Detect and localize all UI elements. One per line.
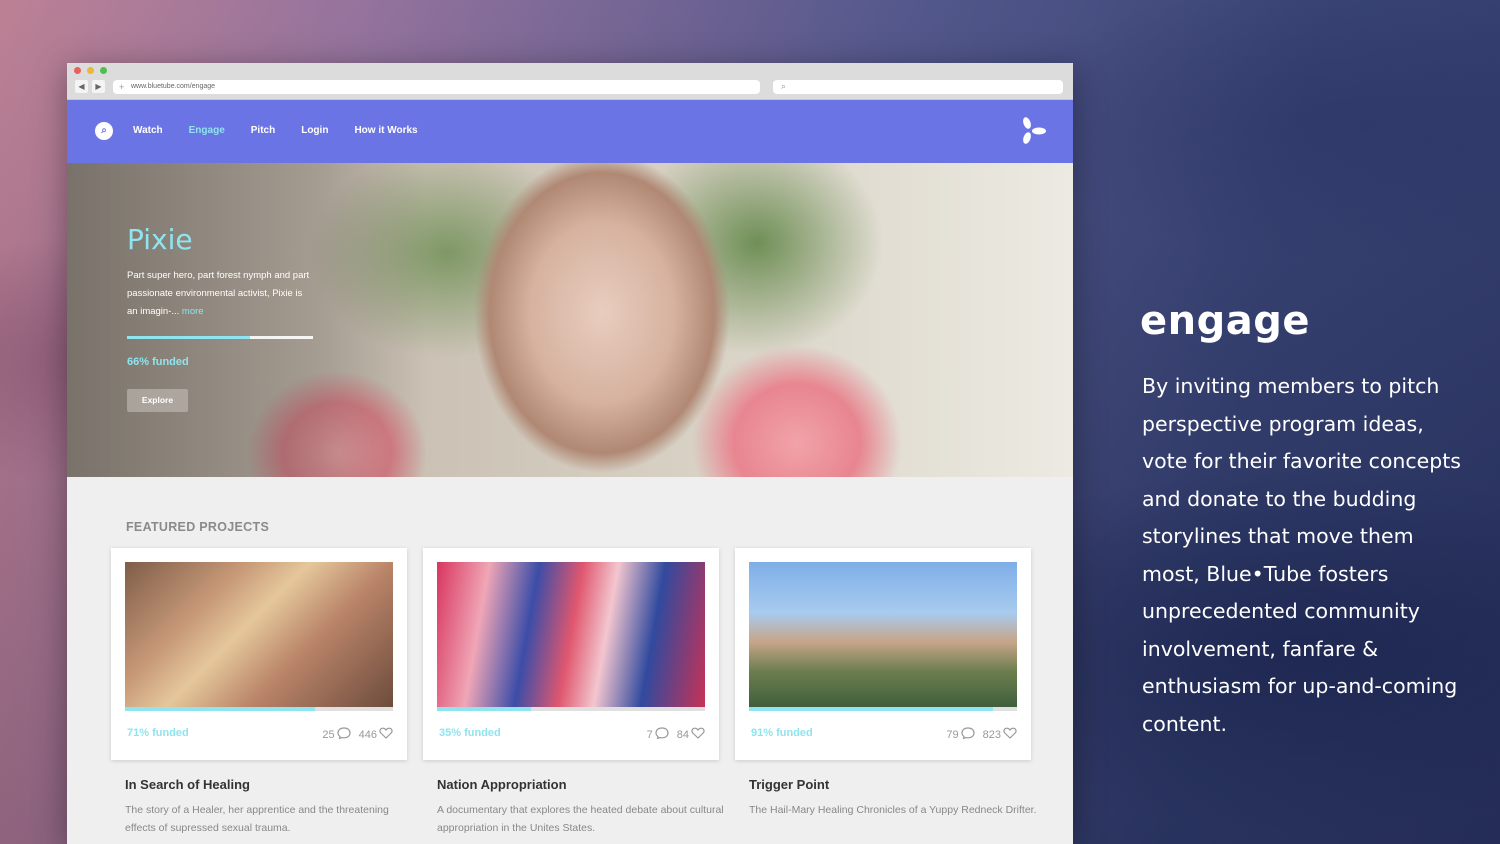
project-progress-bar xyxy=(437,707,705,711)
like-count[interactable]: 84 xyxy=(677,727,705,742)
comment-icon xyxy=(655,727,669,742)
project-thumbnail[interactable] xyxy=(125,562,393,707)
project-stats: 79 823 xyxy=(946,727,1017,742)
bluetube-logo-icon[interactable] xyxy=(1017,116,1047,146)
project-info: Nation Appropriation A documentary that e… xyxy=(437,777,727,837)
project-stats: 25 446 xyxy=(322,727,393,742)
side-body: By inviting members to pitch perspective… xyxy=(1142,374,1461,736)
back-arrow-icon[interactable]: ◀ xyxy=(75,80,88,93)
explore-button[interactable]: Explore xyxy=(127,389,188,412)
heart-icon xyxy=(691,727,705,742)
nav-links: Watch Engage Pitch Login How it Works xyxy=(133,125,418,136)
heart-icon xyxy=(1003,727,1017,742)
project-progress-fill xyxy=(437,707,531,711)
project-title[interactable]: Trigger Point xyxy=(749,777,1039,792)
address-url: www.bluetube.com/engage xyxy=(131,83,216,90)
add-tab-icon: + xyxy=(119,82,125,92)
history-nav: ◀ ▶ xyxy=(75,80,107,94)
project-progress-fill xyxy=(749,707,993,711)
hero-banner: Pixie Part super hero, part forest nymph… xyxy=(67,163,1073,477)
like-count-value: 446 xyxy=(358,728,377,741)
project-title[interactable]: Nation Appropriation xyxy=(437,777,727,792)
featured-projects-heading: FEATURED PROJECTS xyxy=(126,520,270,534)
hero-description: Part super hero, part forest nymph and p… xyxy=(127,267,312,321)
nav-link-engage[interactable]: Engage xyxy=(189,125,225,136)
project-info: In Search of Healing The story of a Heale… xyxy=(125,777,415,837)
comment-count-value: 7 xyxy=(646,728,653,741)
address-bar[interactable]: + www.bluetube.com/engage xyxy=(113,80,760,94)
hero-description-text: Part super hero, part forest nymph and p… xyxy=(127,270,310,317)
project-funded-label: 91% funded xyxy=(751,727,813,739)
comment-count-value: 25 xyxy=(322,728,335,741)
project-card[interactable]: 71% funded 25 446 xyxy=(111,548,407,760)
project-description: A documentary that explores the heated d… xyxy=(437,804,724,834)
project-description: The Hail-Mary Healing Chronicles of a Yu… xyxy=(749,804,1037,816)
minimize-window-button[interactable] xyxy=(87,67,94,74)
search-icon: ⌕ xyxy=(781,81,787,91)
project-title[interactable]: In Search of Healing xyxy=(125,777,415,792)
project-progress-bar xyxy=(749,707,1017,711)
nav-link-pitch[interactable]: Pitch xyxy=(251,125,275,136)
like-count-value: 84 xyxy=(676,728,689,741)
site-navbar: ⌕ Watch Engage Pitch Login How it Works xyxy=(67,100,1073,163)
like-count[interactable]: 823 xyxy=(983,727,1017,742)
project-card[interactable]: 91% funded 79 823 xyxy=(735,548,1031,760)
project-thumbnail[interactable] xyxy=(437,562,705,707)
like-count[interactable]: 446 xyxy=(359,727,393,742)
heart-icon xyxy=(379,727,393,742)
project-stats: 7 84 xyxy=(647,727,705,742)
close-window-button[interactable] xyxy=(74,67,81,74)
project-progress-fill xyxy=(125,707,316,711)
comment-count[interactable]: 79 xyxy=(946,727,975,742)
comment-icon xyxy=(961,727,975,742)
comment-count[interactable]: 7 xyxy=(647,727,669,742)
side-title: engage xyxy=(1140,298,1310,344)
project-thumbnail[interactable] xyxy=(749,562,1017,707)
project-card[interactable]: 35% funded 7 84 xyxy=(423,548,719,760)
forward-arrow-icon[interactable]: ▶ xyxy=(92,80,105,93)
like-count-value: 823 xyxy=(982,728,1001,741)
hero-more-link[interactable]: more xyxy=(182,306,204,317)
project-progress-bar xyxy=(125,707,393,711)
hero-progress-bar xyxy=(127,336,313,339)
site-search-icon[interactable]: ⌕ xyxy=(95,122,113,140)
project-description: The story of a Healer, her apprentice an… xyxy=(125,804,389,834)
nav-link-how-it-works[interactable]: How it Works xyxy=(354,125,417,136)
comment-count[interactable]: 25 xyxy=(322,727,351,742)
browser-search-input[interactable]: ⌕ xyxy=(773,80,1063,94)
comment-count-value: 79 xyxy=(946,728,959,741)
browser-window: ◀ ▶ + www.bluetube.com/engage ⌕ ⌕ Watch E… xyxy=(67,63,1073,844)
project-info: Trigger Point The Hail-Mary Healing Chron… xyxy=(749,777,1039,819)
project-funded-label: 35% funded xyxy=(439,727,501,739)
hero-title: Pixie xyxy=(127,223,193,256)
nav-link-watch[interactable]: Watch xyxy=(133,125,163,136)
browser-toolbar: ◀ ▶ + www.bluetube.com/engage ⌕ xyxy=(67,63,1073,100)
nav-link-login[interactable]: Login xyxy=(301,125,328,136)
project-funded-label: 71% funded xyxy=(127,727,189,739)
comment-icon xyxy=(337,727,351,742)
hero-progress-fill xyxy=(127,336,250,339)
hero-funded-label: 66% funded xyxy=(127,356,189,368)
maximize-window-button[interactable] xyxy=(100,67,107,74)
